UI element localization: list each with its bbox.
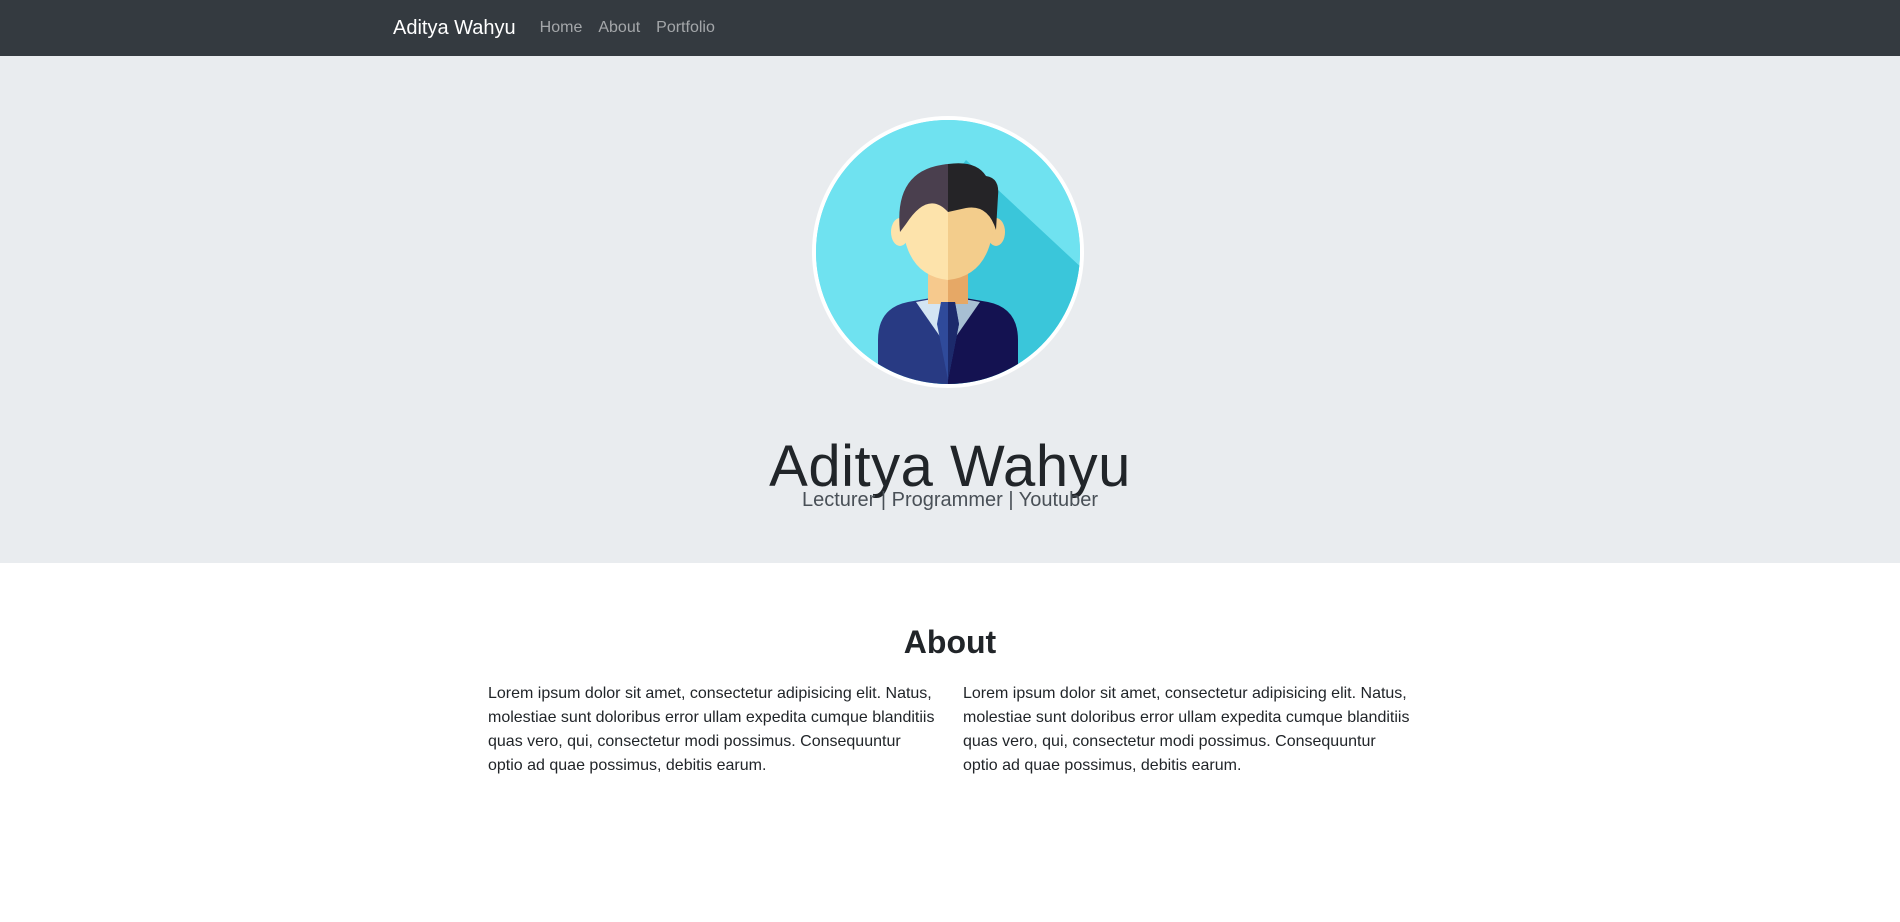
nav-link-home[interactable]: Home	[540, 19, 583, 37]
about-paragraph-left: Lorem ipsum dolor sit amet, consectetur …	[488, 685, 935, 774]
hero-subtitle: Lecturer | Programmer | Youtuber	[801, 489, 1099, 511]
navbar-container: Aditya Wahyu Home About Portfolio	[393, 0, 731, 56]
navbar: Aditya Wahyu Home About Portfolio	[0, 0, 1900, 56]
navbar-brand[interactable]: Aditya Wahyu	[393, 17, 516, 40]
about-section-title: About	[903, 623, 997, 660]
nav-link-about[interactable]: About	[598, 19, 640, 37]
nav-link-portfolio[interactable]: Portfolio	[656, 19, 715, 37]
person-avatar-icon	[812, 116, 1084, 388]
about-paragraph-right: Lorem ipsum dolor sit amet, consectetur …	[963, 685, 1410, 774]
